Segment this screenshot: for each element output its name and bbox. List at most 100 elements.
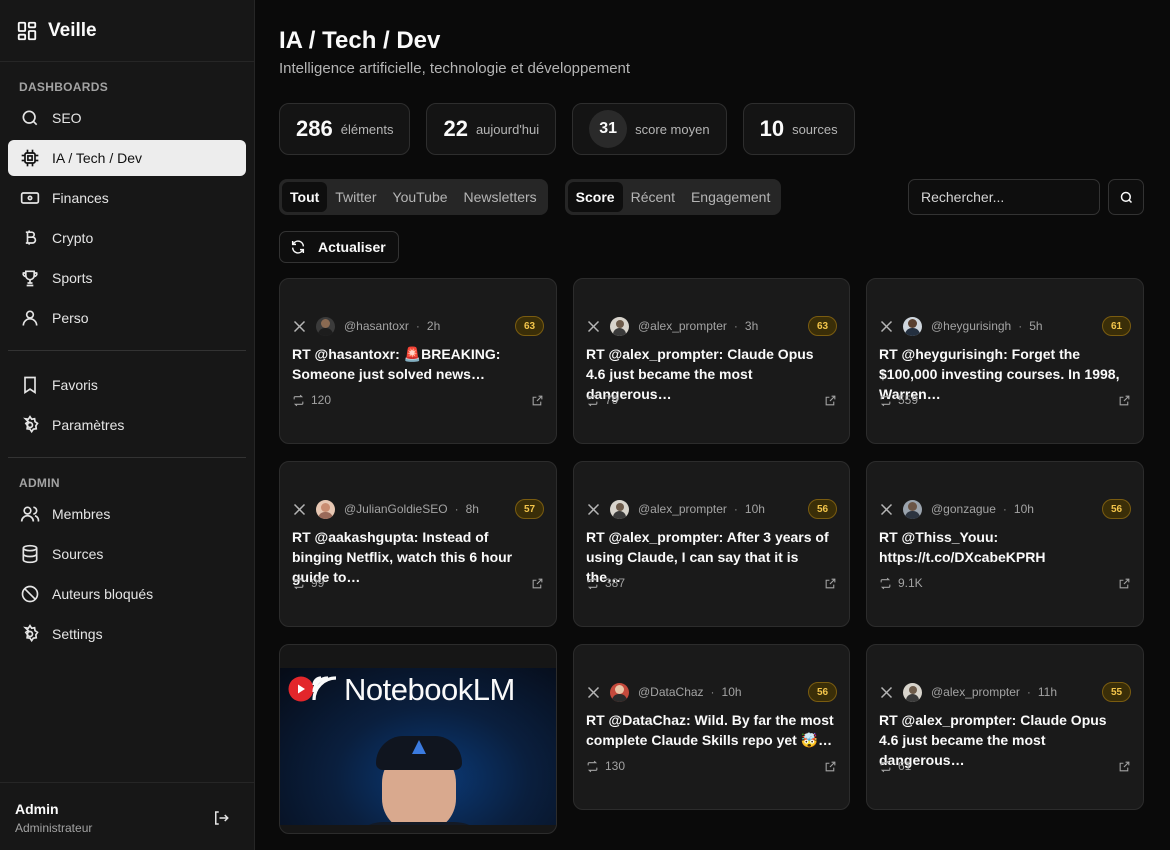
sidebar-item-crypto[interactable]: Crypto	[8, 220, 246, 256]
video-card[interactable]: NotebookLM	[279, 644, 557, 834]
filter-toolbar: Tout Twitter YouTube Newsletters Score R…	[279, 179, 1144, 215]
sort-recent[interactable]: Récent	[623, 182, 683, 212]
stat-today: 22 aujourd'hui	[426, 103, 557, 155]
avatar	[610, 682, 629, 702]
search-input[interactable]	[908, 179, 1100, 215]
feed-card[interactable]: @alex_prompter · 3h 63 RT @alex_prompter…	[573, 278, 850, 444]
retweet-icon	[880, 577, 891, 589]
sort-engagement[interactable]: Engagement	[683, 182, 778, 212]
external-link-icon[interactable]	[1118, 577, 1131, 590]
post-age: 10h	[744, 502, 765, 516]
video-thumbnail[interactable]: NotebookLM	[280, 668, 556, 825]
tab-newsletters[interactable]: Newsletters	[456, 182, 545, 212]
avatar	[316, 316, 335, 336]
tab-twitter[interactable]: Twitter	[327, 182, 384, 212]
retweet-count: 9.1K	[898, 576, 923, 590]
refresh-label: Actualiser	[318, 239, 386, 255]
external-link-icon[interactable]	[824, 577, 837, 590]
x-twitter-icon	[587, 503, 600, 515]
logout-icon[interactable]	[212, 809, 230, 827]
sort-score[interactable]: Score	[567, 182, 623, 212]
feed-card[interactable]: @JulianGoldieSEO · 8h 57 RT @aakashgupta…	[279, 461, 557, 627]
sidebar-item-membres[interactable]: Membres	[8, 496, 246, 532]
sidebar-item-parametres[interactable]: Paramètres	[8, 407, 246, 443]
sidebar-item-label: Favoris	[52, 377, 98, 393]
settings-icon	[23, 624, 39, 643]
stat-value: 22	[443, 116, 468, 141]
feed-card[interactable]: @gonzague · 10h 56 RT @Thiss_Youu: https…	[866, 461, 1144, 627]
post-age: 5h	[1029, 319, 1043, 333]
stats-row: 286 éléments 22 aujourd'hui 31 score moy…	[279, 103, 1144, 155]
dashboards-section-label: DASHBOARDS	[19, 80, 109, 94]
main-content: IA / Tech / Dev Intelligence artificiell…	[255, 0, 1170, 850]
card-footer: 120	[292, 391, 544, 409]
retweet-icon	[880, 394, 891, 406]
feed-card[interactable]: @DataChaz · 10h 56 RT @DataChaz: Wild. B…	[573, 644, 850, 810]
card-header: @alex_prompter · 11h 55	[879, 682, 1131, 702]
card-header: @gonzague · 10h 56	[879, 499, 1131, 519]
sidebar-item-label: Auteurs bloqués	[52, 586, 154, 602]
separator-dot: ·	[1002, 502, 1007, 516]
search-button[interactable]	[1108, 179, 1144, 215]
author-handle: @alex_prompter	[638, 319, 727, 333]
feed-card[interactable]: @hasantoxr · 2h 63 RT @hasantoxr: 🚨BREAK…	[279, 278, 557, 444]
x-twitter-icon	[587, 320, 600, 332]
avatar	[903, 682, 922, 702]
retweet-count: 120	[311, 393, 332, 407]
card-header: @hasantoxr · 2h 63	[292, 316, 544, 336]
stat-score: 31 score moyen	[572, 103, 727, 155]
sidebar-item-settings[interactable]: Settings	[8, 616, 246, 652]
external-link-icon[interactable]	[824, 394, 837, 407]
external-link-icon[interactable]	[531, 577, 544, 590]
refresh-icon	[291, 240, 305, 254]
sidebar-item-ia-tech-dev[interactable]: IA / Tech / Dev	[8, 140, 246, 176]
x-twitter-icon	[587, 686, 600, 698]
sidebar-item-sports[interactable]: Sports	[8, 260, 246, 296]
sidebar-item-perso[interactable]: Perso	[8, 300, 246, 336]
card-header: @heygurisingh · 5h 61	[879, 316, 1131, 336]
admin-nav: Membres Sources Auteurs bloqués Settings	[0, 496, 254, 656]
tab-youtube[interactable]: YouTube	[385, 182, 456, 212]
score-badge: 63	[515, 316, 544, 336]
stat-value: 31	[589, 110, 628, 148]
retweet-icon	[587, 760, 598, 772]
card-header: @JulianGoldieSEO · 8h 57	[292, 499, 544, 519]
external-link-icon[interactable]	[531, 394, 544, 407]
external-link-icon[interactable]	[1118, 394, 1131, 407]
sidebar-item-sources[interactable]: Sources	[8, 536, 246, 572]
user-role: Administrateur	[15, 821, 93, 835]
user-name: Admin	[15, 801, 59, 817]
score-badge: 55	[1102, 682, 1131, 702]
search-icon	[22, 110, 38, 126]
sidebar-item-label: Crypto	[52, 230, 94, 246]
score-badge: 56	[808, 682, 837, 702]
card-footer: 79	[586, 391, 837, 409]
presenter-image	[344, 736, 494, 825]
external-link-icon[interactable]	[1118, 760, 1131, 773]
score-badge: 56	[808, 499, 837, 519]
feed-card[interactable]: @heygurisingh · 5h 61 RT @heygurisingh: …	[866, 278, 1144, 444]
brand[interactable]: Veille	[0, 0, 254, 62]
feed-card[interactable]: @alex_prompter · 11h 55 RT @alex_prompte…	[866, 644, 1144, 810]
feed-card[interactable]: @alex_prompter · 10h 56 RT @alex_prompte…	[573, 461, 850, 627]
retweet-icon	[293, 394, 304, 406]
retweet-count: 79	[605, 393, 619, 407]
retweet-count: 387	[605, 576, 626, 590]
score-badge: 61	[1102, 316, 1131, 336]
separator-dot: ·	[1018, 319, 1023, 333]
avatar	[316, 499, 335, 519]
tab-tout[interactable]: Tout	[282, 182, 328, 212]
settings-icon	[23, 415, 39, 434]
stat-value: 286	[296, 116, 333, 141]
sidebar-item-label: Membres	[52, 506, 111, 522]
bookmark-icon	[24, 376, 36, 395]
sidebar-item-auteurs-bloques[interactable]: Auteurs bloqués	[8, 576, 246, 612]
external-link-icon[interactable]	[824, 760, 837, 773]
retweet-icon	[880, 760, 891, 772]
refresh-button[interactable]: Actualiser	[279, 231, 399, 263]
sidebar-item-favoris[interactable]: Favoris	[8, 367, 246, 403]
sidebar-item-seo[interactable]: SEO	[8, 100, 246, 136]
sidebar-item-finances[interactable]: Finances	[8, 180, 246, 216]
stat-sources: 10 sources	[742, 103, 855, 155]
avatar	[903, 499, 922, 519]
